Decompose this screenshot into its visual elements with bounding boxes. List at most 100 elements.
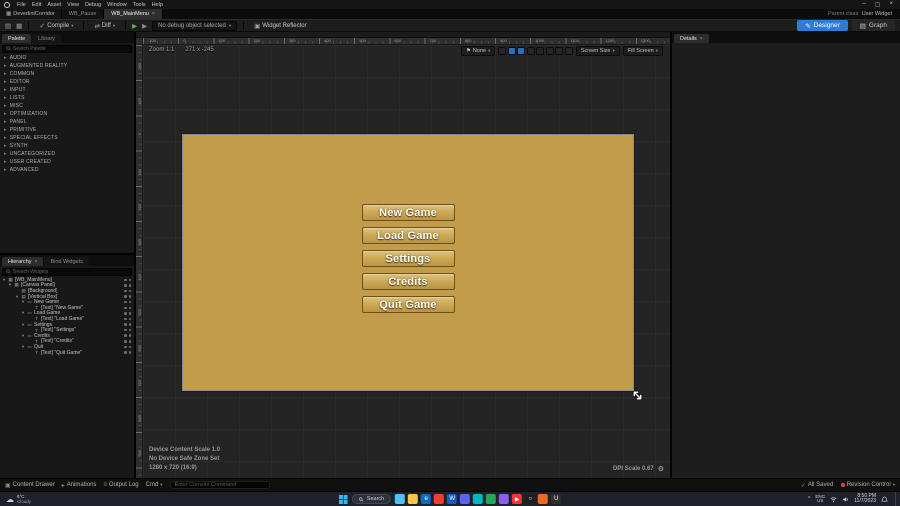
menu-button[interactable]: Quit Game bbox=[361, 296, 455, 313]
widget-root[interactable]: New Game Load Game Settings Credits Quit… bbox=[182, 134, 633, 390]
menu-item[interactable]: Window bbox=[104, 2, 130, 8]
lock-icon[interactable] bbox=[128, 300, 131, 304]
menu-item[interactable]: File bbox=[14, 2, 29, 8]
visibility-icon[interactable] bbox=[124, 340, 127, 343]
obs-icon[interactable]: ○ bbox=[525, 494, 536, 504]
palette-category[interactable]: ▸ EDITOR bbox=[0, 78, 134, 86]
expand-arrow-icon[interactable]: ▸ bbox=[4, 167, 7, 173]
expand-arrow-icon[interactable]: ▸ bbox=[4, 55, 7, 61]
tab-details[interactable]: Details × bbox=[674, 34, 709, 43]
project-tab[interactable]: ▦ DevedintCorridor bbox=[0, 9, 62, 19]
visibility-icon[interactable] bbox=[124, 323, 127, 326]
grid-snap-icon[interactable] bbox=[564, 47, 573, 55]
expand-arrow-icon[interactable]: ▸ bbox=[4, 71, 7, 77]
all-saved-indicator[interactable]: ✓ All Saved bbox=[801, 482, 833, 489]
discord-icon[interactable] bbox=[460, 494, 471, 504]
chevron-down-icon[interactable]: ▾ bbox=[71, 23, 73, 29]
palette-category[interactable]: ▸ ADVANCED bbox=[0, 166, 134, 174]
preview-background-icon[interactable] bbox=[498, 47, 507, 55]
localization-preview-dropdown[interactable]: ⚑ None ▾ bbox=[460, 46, 496, 56]
lock-icon[interactable] bbox=[128, 317, 131, 321]
menu-button[interactable]: Settings bbox=[361, 250, 455, 267]
tablet-icon[interactable] bbox=[536, 47, 545, 55]
palette-category[interactable]: ▸ AUGMENTED REALITY bbox=[0, 62, 134, 70]
resize-handle-icon[interactable] bbox=[631, 389, 644, 402]
content-drawer-button[interactable]: ▣ Content Drawer bbox=[5, 482, 55, 489]
expand-arrow-icon[interactable]: ▸ bbox=[4, 111, 7, 117]
debug-object-dropdown[interactable]: No debug object selected ▾ bbox=[152, 20, 238, 31]
menu-button[interactable]: New Game bbox=[361, 204, 455, 221]
clock[interactable]: 8:50 PM 11/7/2023 bbox=[854, 493, 876, 505]
cmd-dropdown[interactable]: Cmd ▾ bbox=[146, 482, 163, 488]
designer-mode-button[interactable]: ✎ Designer bbox=[797, 20, 848, 31]
minimize-icon[interactable]: – bbox=[862, 1, 865, 8]
expand-arrow-icon[interactable]: ▸ bbox=[4, 127, 7, 133]
expand-arrow-icon[interactable]: ▾ bbox=[21, 333, 25, 339]
expand-arrow-icon[interactable]: ▾ bbox=[21, 299, 25, 305]
widget-reflector-button[interactable]: ▣ Widget Reflector bbox=[250, 21, 311, 31]
lock-icon[interactable] bbox=[128, 345, 131, 349]
visibility-icon[interactable] bbox=[124, 312, 127, 315]
expand-arrow-icon[interactable]: ▸ bbox=[4, 159, 7, 165]
visibility-icon[interactable] bbox=[124, 317, 127, 321]
visibility-icon[interactable] bbox=[124, 345, 127, 349]
palette-category[interactable]: ▸ OPTIMIZATION bbox=[0, 110, 134, 118]
gear-icon[interactable]: ⚙ bbox=[658, 465, 664, 473]
palette-category[interactable]: ▸ COMMON bbox=[0, 70, 134, 78]
language-indicator[interactable]: ENG US bbox=[815, 494, 825, 504]
tab-bind-widgets[interactable]: Bind Widgets bbox=[44, 257, 89, 266]
parent-class-value[interactable]: User Widget bbox=[862, 11, 892, 17]
fill-screen-dropdown[interactable]: Fill Screen ▾ bbox=[622, 46, 663, 56]
phone-portrait-icon[interactable] bbox=[507, 47, 516, 55]
advance-frame-button[interactable]: ▶ bbox=[142, 22, 147, 30]
steam-icon[interactable] bbox=[473, 494, 484, 504]
unreal-icon[interactable]: U bbox=[551, 494, 562, 504]
menu-item[interactable]: Edit bbox=[29, 2, 44, 8]
hidden-icons-chevron[interactable]: ^ bbox=[808, 496, 810, 502]
palette-category[interactable]: ▸ SYNTH bbox=[0, 142, 134, 150]
visibility-icon[interactable] bbox=[124, 306, 127, 310]
lock-icon[interactable] bbox=[128, 351, 131, 354]
expand-arrow-icon[interactable]: ▾ bbox=[15, 294, 19, 300]
palette-category[interactable]: ▸ INPUT bbox=[0, 86, 134, 94]
expand-arrow-icon[interactable]: ▸ bbox=[4, 143, 7, 149]
visibility-icon[interactable] bbox=[124, 351, 127, 354]
tab-hierarchy[interactable]: Hierarchy × bbox=[2, 257, 44, 266]
blender-icon[interactable] bbox=[538, 494, 549, 504]
expand-arrow-icon[interactable]: ▸ bbox=[4, 95, 7, 101]
play-button[interactable]: ▶ bbox=[132, 22, 137, 30]
expand-arrow-icon[interactable]: ▸ bbox=[4, 87, 7, 93]
expand-arrow-icon[interactable]: ▸ bbox=[4, 119, 7, 125]
menu-item[interactable]: Asset bbox=[44, 2, 64, 8]
expand-arrow-icon[interactable]: ▸ bbox=[4, 151, 7, 157]
youtube-icon[interactable]: ▶ bbox=[512, 494, 523, 504]
palette-search-input[interactable] bbox=[13, 45, 128, 52]
tab-palette[interactable]: Palette bbox=[2, 34, 32, 43]
visibility-icon[interactable] bbox=[124, 328, 127, 332]
lock-icon[interactable] bbox=[128, 289, 131, 293]
widgets-icon[interactable] bbox=[395, 494, 406, 504]
expand-arrow-icon[interactable]: ▸ bbox=[4, 79, 7, 85]
wifi-icon[interactable] bbox=[830, 496, 837, 503]
animations-button[interactable]: ▸ Animations bbox=[62, 482, 97, 489]
compile-button[interactable]: ✓ Compile ▾ bbox=[35, 21, 77, 31]
lock-icon[interactable] bbox=[128, 312, 131, 315]
close-icon[interactable]: × bbox=[700, 36, 703, 42]
lock-icon[interactable] bbox=[128, 340, 131, 343]
hierarchy-row[interactable]: T [Text] "Quit Game" bbox=[0, 350, 134, 355]
lock-icon[interactable] bbox=[128, 295, 131, 298]
palette-category[interactable]: ▸ PANEL bbox=[0, 118, 134, 126]
close-icon[interactable]: × bbox=[35, 259, 38, 265]
visibility-icon[interactable] bbox=[124, 334, 127, 337]
menu-item[interactable]: Tools bbox=[130, 2, 149, 8]
palette-category[interactable]: ▸ LISTS bbox=[0, 94, 134, 102]
tv-icon[interactable] bbox=[545, 47, 554, 55]
palette-category[interactable]: ▸ SPECIAL EFFECTS bbox=[0, 134, 134, 142]
tab-wb-mainmenu[interactable]: WB_MainMenu × bbox=[104, 9, 163, 19]
save-icon[interactable]: ▤ bbox=[5, 22, 11, 30]
lock-icon[interactable] bbox=[128, 323, 131, 326]
expand-arrow-icon[interactable]: ▾ bbox=[21, 322, 25, 328]
browse-icon[interactable]: ▦ bbox=[16, 22, 22, 30]
taskbar-search[interactable]: Search bbox=[351, 494, 392, 504]
designer-canvas[interactable]: -100 0 100 200 300 400 500 600 700 800 900 1000 1100… bbox=[136, 32, 670, 478]
